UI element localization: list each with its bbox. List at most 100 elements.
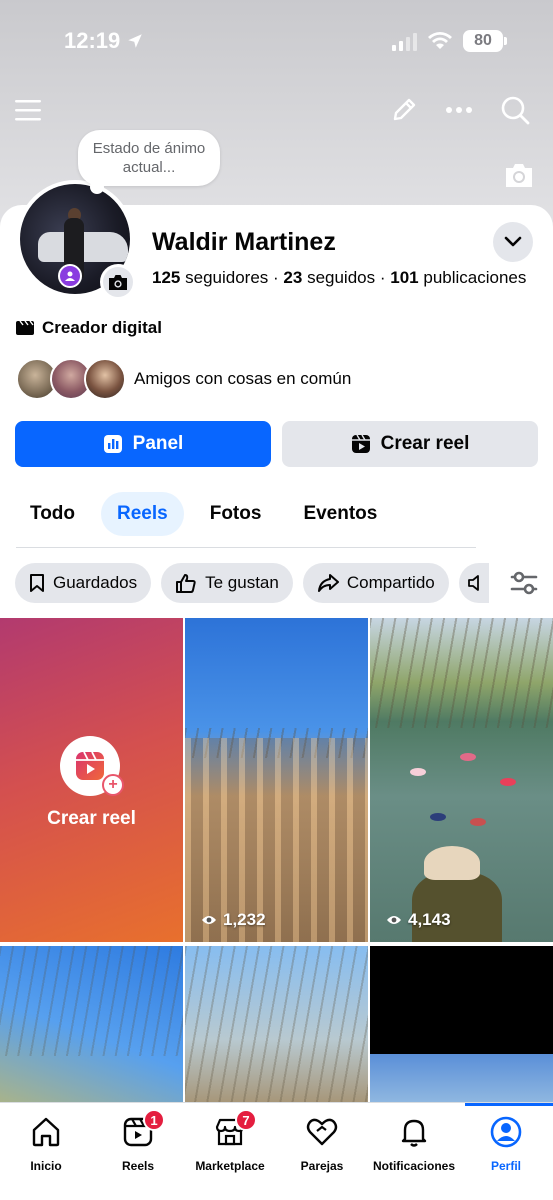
followers-count: 125 [152,268,181,287]
bottom-navigation: Inicio 1 Reels 7 Marketplace Parejas Not… [0,1102,553,1200]
create-reel-button[interactable]: Crear reel [282,421,538,467]
reels-icon: 1 [121,1109,165,1149]
thumbs-up-icon [176,574,196,593]
filter-shared-label: Compartido [346,573,435,592]
filter-settings-icon[interactable] [507,566,541,600]
home-icon [32,1117,60,1147]
battery-icon: 80 [463,30,507,52]
top-toolbar [0,92,553,132]
edit-pencil-icon[interactable] [386,92,422,128]
more-options-icon[interactable] [441,92,477,128]
dashboard-icon [103,435,122,453]
status-time: 12:19 [64,28,144,54]
time-text: 12:19 [64,28,121,53]
nav-parejas[interactable]: Parejas [276,1113,368,1183]
bookmark-icon [30,574,44,592]
views-count: 4,143 [408,910,451,929]
reels-grid: + Crear reel 1,232 4,143 [0,618,553,1102]
plus-icon: + [102,774,124,796]
friend-avatar [84,358,126,400]
reels-filter-chips: Guardados Te gustan Compartido [15,563,489,603]
create-reel-label: Crear reel [380,433,470,454]
status-bar: 12:19 80 [0,0,553,80]
reels-badge: 1 [143,1109,165,1131]
avatar-camera-icon[interactable] [100,264,136,300]
profile-dropdown-button[interactable] [493,222,533,262]
mood-status-bubble[interactable]: Estado de ánimo actual... [78,130,220,194]
mutual-friends[interactable]: Amigos con cosas en común [16,358,351,400]
share-icon [317,574,339,592]
search-icon[interactable] [497,92,533,128]
nav-inicio-label: Inicio [30,1159,62,1173]
views-count: 1,232 [223,910,266,929]
create-reel-tile-label: Crear reel [47,808,136,829]
filter-sound-chip[interactable] [458,563,489,603]
nav-marketplace-label: Marketplace [195,1159,265,1173]
panel-label: Panel [132,433,184,454]
chevron-down-icon [504,236,522,247]
tab-todo[interactable]: Todo [14,492,91,536]
active-tab-indicator [465,1103,553,1106]
posts-label: publicaciones [423,268,527,287]
battery-level: 80 [474,32,492,49]
reel-views: 4,143 [386,910,451,930]
cover-camera-icon[interactable] [503,160,535,190]
reel-thumbnail[interactable] [185,946,368,1102]
profile-stats: 125 seguidores · 23 seguidos · 101 publi… [152,268,527,287]
heart-icon [306,1118,338,1146]
following-label: seguidos [307,268,376,287]
posts-count: 101 [390,268,419,287]
nav-marketplace[interactable]: 7 Marketplace [184,1109,276,1183]
followers-label: seguidores [185,268,269,287]
bell-icon [401,1119,427,1147]
create-reel-tile[interactable]: + Crear reel [0,618,183,942]
followers-stat[interactable]: 125 seguidores [152,268,268,287]
nav-perfil-label: Perfil [490,1159,521,1173]
filter-liked-chip[interactable]: Te gustan [161,563,293,603]
filter-shared-chip[interactable]: Compartido [302,563,449,603]
tabs-divider [16,547,476,548]
eye-icon [202,916,216,924]
nav-inicio[interactable]: Inicio [0,1113,92,1183]
creator-category: Creador digital [16,318,162,338]
reel-thumbnail[interactable] [370,946,553,1102]
profile-icon [490,1116,522,1148]
mutual-friends-label: Amigos con cosas en común [134,369,352,388]
tab-reels[interactable]: Reels [101,492,184,536]
reel-views: 1,232 [201,910,266,930]
panel-button[interactable]: Panel [15,421,271,467]
eye-icon [387,916,401,924]
speaker-icon [467,575,479,591]
reel-icon [351,434,370,453]
wifi-icon [428,32,452,49]
tab-eventos[interactable]: Eventos [287,492,393,536]
creator-badge-icon [58,264,82,288]
filter-saved-label: Guardados [53,573,138,592]
reel-thumbnail[interactable]: 4,143 [370,618,553,942]
mood-placeholder-text: Estado de ánimo actual... [92,140,206,176]
nav-perfil[interactable]: Perfil [460,1113,552,1183]
nav-parejas-label: Parejas [300,1159,344,1173]
nav-reels-label: Reels [121,1159,155,1173]
filter-liked-label: Te gustan [205,573,279,592]
nav-reels[interactable]: 1 Reels [92,1109,184,1183]
status-right: 80 [392,30,507,52]
filter-saved-chip[interactable]: Guardados [15,563,152,603]
reel-thumbnail[interactable]: 1,232 [185,618,368,942]
following-count: 23 [283,268,303,287]
profile-tabs: Todo Reels Fotos Eventos [14,492,403,536]
marketplace-icon: 7 [213,1109,257,1149]
profile-name: Waldir Martinez [152,228,336,256]
nav-notificaciones-label: Notificaciones [372,1159,456,1173]
clapperboard-icon [16,320,34,335]
posts-stat[interactable]: 101 publicaciones [390,268,526,287]
menu-icon[interactable] [10,92,46,128]
location-arrow-icon [128,34,143,48]
nav-notificaciones[interactable]: Notificaciones [368,1113,460,1183]
tab-fotos[interactable]: Fotos [194,492,278,536]
following-stat[interactable]: 23 seguidos [283,268,375,287]
reel-thumbnail[interactable] [0,946,183,1102]
signal-icon [392,31,417,51]
marketplace-badge: 7 [235,1109,257,1131]
category-label: Creador digital [42,318,162,337]
